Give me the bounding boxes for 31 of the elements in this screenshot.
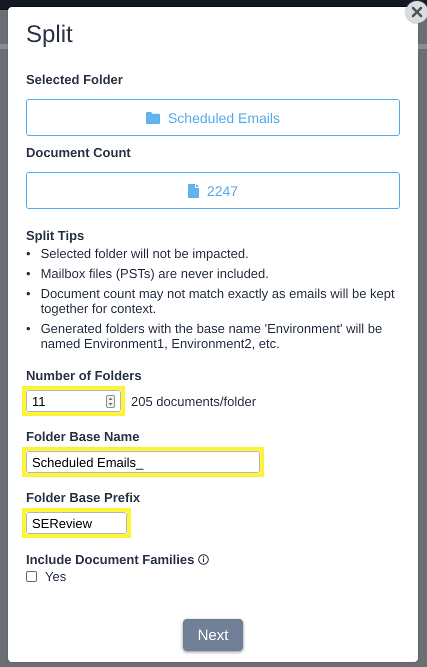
section-label: Split Tips (26, 228, 84, 243)
bullet: • (26, 266, 31, 281)
number-field[interactable]: 11 (26, 390, 121, 412)
field-label: Folder Base Prefix (26, 490, 140, 505)
close-icon (411, 6, 423, 18)
tip-text: Generated folders with the base name 'Environment' will be named Environment1, Environment2, etc. (40, 321, 384, 351)
document-icon (188, 184, 199, 198)
bullet: • (26, 286, 31, 301)
folder-icon (146, 112, 160, 124)
tip-text: Selected folder will not be impacted. (40, 246, 249, 261)
close-button[interactable] (406, 1, 427, 23)
field-label: Folder Base Name (26, 429, 140, 444)
dialog-title: Split (26, 21, 73, 49)
field-label: Number of Folders (26, 368, 142, 383)
checkbox[interactable] (26, 571, 37, 582)
section-label: Document Count (26, 145, 131, 160)
text-field[interactable]: SEReview (26, 512, 127, 534)
tip-text: Mailbox files (PSTs) are never included. (40, 266, 269, 281)
bullet: • (26, 246, 31, 261)
box-value: 2247 (206, 182, 238, 198)
bullet: • (26, 321, 31, 336)
box-value: Scheduled Emails (168, 110, 280, 126)
spinner-icon[interactable] (106, 394, 115, 408)
checkbox-label: Yes (45, 569, 66, 584)
section-label: Include Document Families (26, 552, 194, 567)
next-button[interactable]: Next (183, 619, 243, 651)
tip-text: Document count may not match exactly as emails will be kept together for context. (40, 286, 396, 316)
section-label: Selected Folder (26, 72, 123, 87)
text-field[interactable]: Scheduled Emails_ (26, 451, 260, 473)
info-icon[interactable] (198, 554, 210, 565)
documents-per-folder-text: 205 documents/folder (131, 394, 256, 408)
